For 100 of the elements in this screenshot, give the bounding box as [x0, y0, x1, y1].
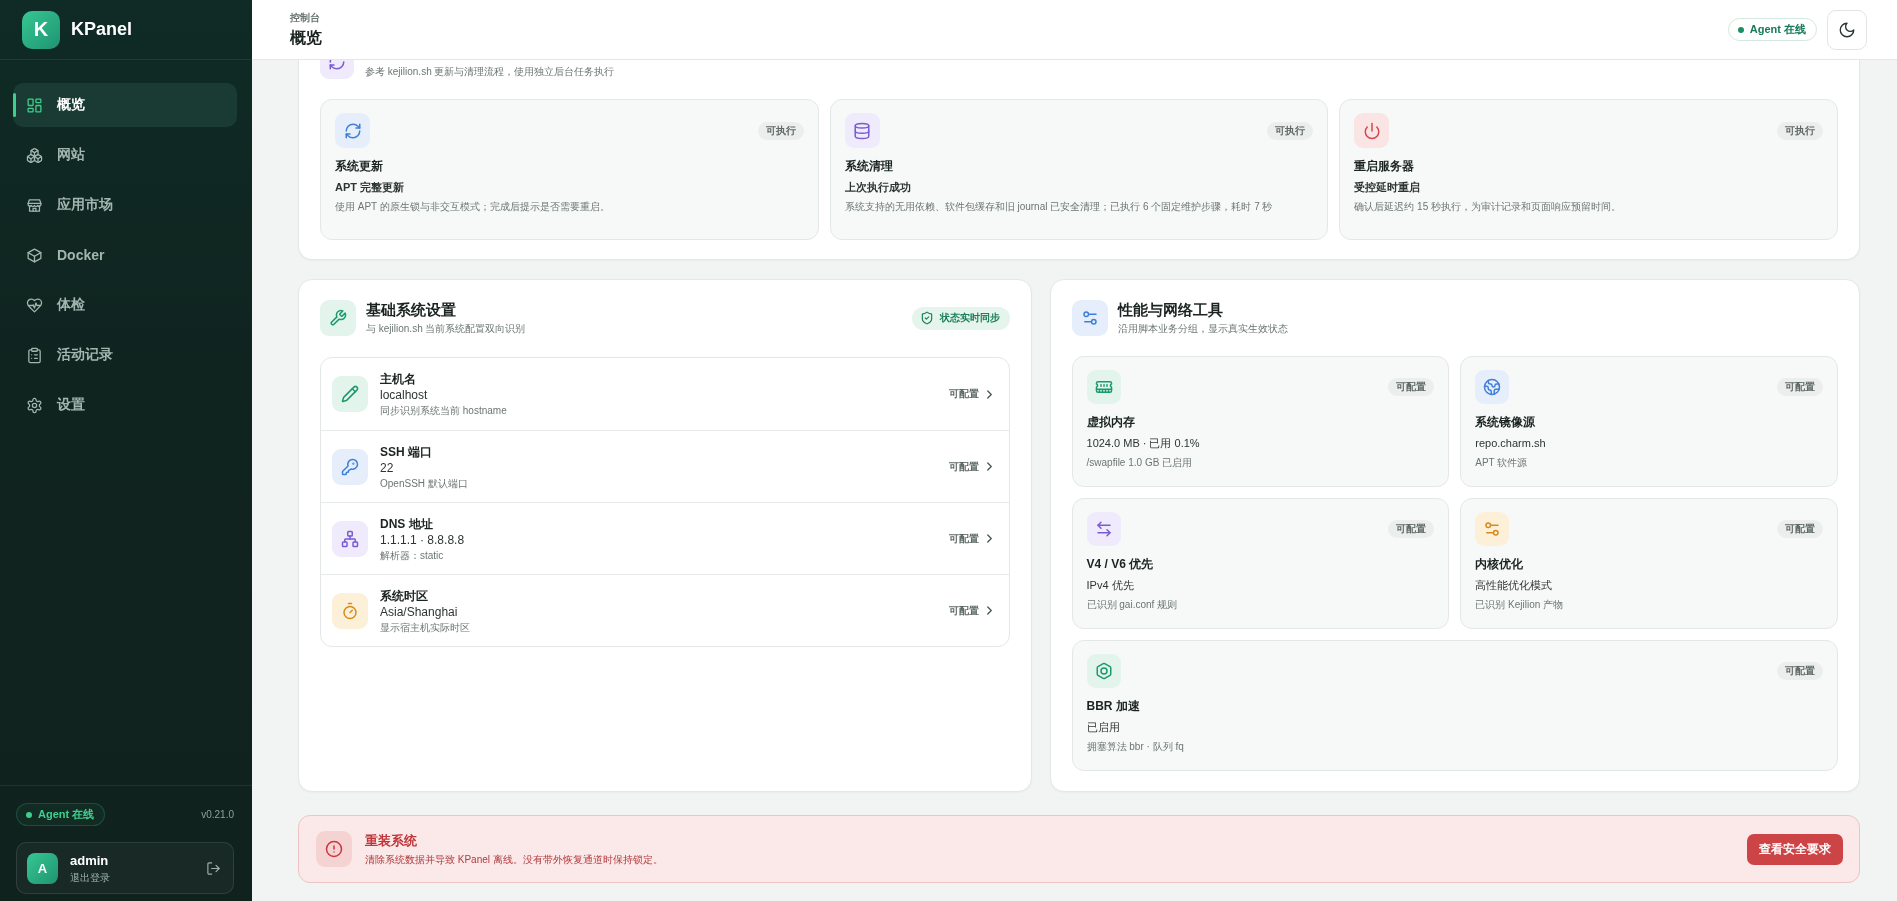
nav-item[interactable]: 设置: [13, 383, 237, 427]
setting-title: 主机名: [380, 371, 417, 387]
setting-value: 22: [380, 459, 395, 477]
tool-value: 已启用: [1086, 720, 1121, 735]
tool-card[interactable]: 可配置 BBR 加速 已启用 拥塞算法 bbr · 队列 fq: [1071, 640, 1838, 771]
nav-item[interactable]: 体检: [13, 283, 237, 327]
timer-icon: [332, 592, 368, 629]
store-icon: [26, 196, 43, 214]
version-label: v0.21.0: [201, 809, 234, 820]
danger-description: 清除系统数据并导致 KPanel 离线。没有带外恢复通道时保持锁定。: [365, 852, 663, 866]
status-badge: 可执行: [1777, 121, 1823, 140]
setting-value: Asia/Shanghai: [380, 603, 459, 621]
task-card[interactable]: 可执行 重启服务器 受控延时重启 确认后延迟约 15 秒执行，为审计记录和页面响应预留时间。: [1339, 99, 1838, 240]
shield-check-icon: [919, 311, 934, 325]
alert-icon: [316, 831, 352, 867]
tool-hint: 拥塞算法 bbr · 队列 fq: [1086, 740, 1185, 753]
tool-card[interactable]: 可配置 系统镜像源 repo.charm.sh APT 软件源: [1460, 356, 1838, 487]
setting-value: 1.1.1.1 · 8.8.8.8: [380, 531, 465, 549]
task-subtitle: APT 完整更新: [335, 180, 406, 195]
status-badge: 可配置: [1388, 378, 1435, 396]
danger-title: 重装系统: [365, 832, 418, 849]
task-title: 系统更新: [335, 158, 384, 174]
key-icon: [332, 448, 368, 485]
tool-card[interactable]: 可配置 V4 / V6 优先 IPv4 优先 已识别 gai.conf 规则: [1071, 498, 1450, 629]
task-description: 系统支持的无用依赖、软件包缓存和旧 journal 已安全清理；已执行 6 个固定维护步骤，耗时 7 秒: [844, 200, 1274, 213]
hexagon-icon: [1086, 654, 1121, 688]
nav-item[interactable]: 概览: [13, 83, 237, 127]
status-badge: 可配置: [1777, 662, 1823, 680]
task-card[interactable]: 可执行 系统清理 上次执行成功 系统支持的无用依赖、软件包缓存和旧 journal 已安全清理；已执行 6 个固定维护步骤，耗时 7 秒: [829, 99, 1329, 240]
nav-item[interactable]: Docker: [13, 233, 237, 277]
logout-icon[interactable]: [206, 860, 221, 876]
wrench-icon: [320, 300, 356, 336]
configurable-label: 可配置: [948, 531, 979, 546]
tool-hint: 已识别 Kejilion 产物: [1475, 598, 1565, 611]
logout-label: 退出登录: [70, 870, 110, 884]
agent-status-label: Agent 在线: [1749, 22, 1806, 37]
refresh-icon: [320, 60, 354, 79]
tool-title: 内核优化: [1475, 556, 1525, 572]
user-avatar: A: [27, 852, 58, 884]
tool-title: 虚拟内存: [1086, 414, 1136, 430]
section-subtitle: 参考 kejilion.sh 更新与清理流程，使用独立后台任务执行: [365, 65, 615, 79]
refresh-icon: [335, 113, 370, 148]
settings-icon: [26, 396, 43, 414]
tool-hint: 已识别 gai.conf 规则: [1086, 598, 1179, 611]
globe-icon: [1475, 370, 1510, 404]
swap-arrows-icon: [1086, 512, 1121, 546]
status-badge: 可执行: [757, 121, 804, 140]
tool-value: repo.charm.sh: [1475, 436, 1547, 451]
setting-hint: 同步识别系统当前 hostname: [380, 404, 507, 417]
brand-logo: K: [22, 10, 60, 49]
task-subtitle: 上次执行成功: [844, 180, 912, 195]
database-icon: [844, 113, 880, 148]
configurable-label: 可配置: [948, 603, 979, 618]
status-badge: 可配置: [1777, 378, 1823, 396]
nav-item[interactable]: 网站: [13, 133, 237, 177]
setting-title: SSH 端口: [380, 443, 433, 460]
configurable-label: 可配置: [948, 387, 979, 401]
task-title: 重启服务器: [1354, 158, 1416, 174]
tool-hint: APT 软件源: [1475, 456, 1529, 469]
status-badge: 可执行: [1267, 121, 1314, 140]
tool-value: 1024.0 MB · 已用 0.1%: [1086, 436, 1201, 451]
memory-icon: [1086, 370, 1121, 404]
chevron-right-icon: [985, 388, 993, 400]
setting-row[interactable]: DNS 地址 1.1.1.1 · 8.8.8.8 解析器：static 可配置: [321, 502, 1009, 574]
theme-toggle-button[interactable]: [1827, 9, 1867, 50]
setting-row[interactable]: SSH 端口 22 OpenSSH 默认端口 可配置: [321, 430, 1009, 502]
tool-card[interactable]: 可配置 虚拟内存 1024.0 MB · 已用 0.1% /swapfile 1.0 GB 已启用: [1071, 356, 1450, 487]
tool-title: 系统镜像源: [1475, 414, 1537, 430]
section-title: 性能与网络工具: [1117, 300, 1224, 319]
tool-title: BBR 加速: [1086, 698, 1141, 714]
status-badge: 可配置: [1388, 520, 1435, 538]
user-name: admin: [70, 852, 110, 868]
page-title: 概览: [290, 28, 322, 47]
pencil-icon: [332, 376, 368, 412]
setting-row[interactable]: 系统时区 Asia/Shanghai 显示宿主机实际时区 可配置: [321, 574, 1009, 646]
tool-value: 高性能优化模式: [1475, 578, 1554, 593]
sliders-icon: [1475, 512, 1510, 546]
chevron-right-icon: [985, 533, 993, 544]
breadcrumb: 控制台: [290, 12, 321, 24]
brand-name: KPanel: [71, 19, 133, 40]
sliders-icon: [1071, 300, 1108, 336]
view-requirements-button[interactable]: 查看安全要求: [1747, 833, 1843, 865]
nav-item[interactable]: 活动记录: [13, 333, 237, 377]
setting-row[interactable]: 主机名 localhost 同步识别系统当前 hostname 可配置: [321, 358, 1009, 430]
section-subtitle: 沿用脚本业务分组，显示真实生效状态: [1117, 322, 1288, 336]
task-description: 确认后延迟约 15 秒执行，为审计记录和页面响应预留时间。: [1354, 200, 1622, 213]
moon-icon: [1838, 20, 1856, 39]
power-icon: [1354, 113, 1390, 148]
tool-card[interactable]: 可配置 内核优化 高性能优化模式 已识别 Kejilion 产物: [1460, 498, 1838, 629]
sync-status-label: 状态实时同步: [939, 311, 1000, 325]
task-card[interactable]: 可执行 系统更新 APT 完整更新 使用 APT 的原生锁与非交互模式；完成后提示是否需要重启。: [320, 99, 819, 240]
tool-value: IPv4 优先: [1086, 578, 1135, 593]
nav-item[interactable]: 应用市场: [13, 183, 237, 227]
agent-status-label: Agent 在线: [38, 807, 95, 822]
setting-title: DNS 地址: [380, 515, 434, 532]
clipboard-icon: [26, 346, 43, 364]
setting-hint: OpenSSH 默认端口: [380, 476, 468, 490]
cube-icon: [26, 246, 43, 264]
task-title: 系统清理: [844, 158, 894, 174]
setting-value: localhost: [380, 387, 429, 404]
